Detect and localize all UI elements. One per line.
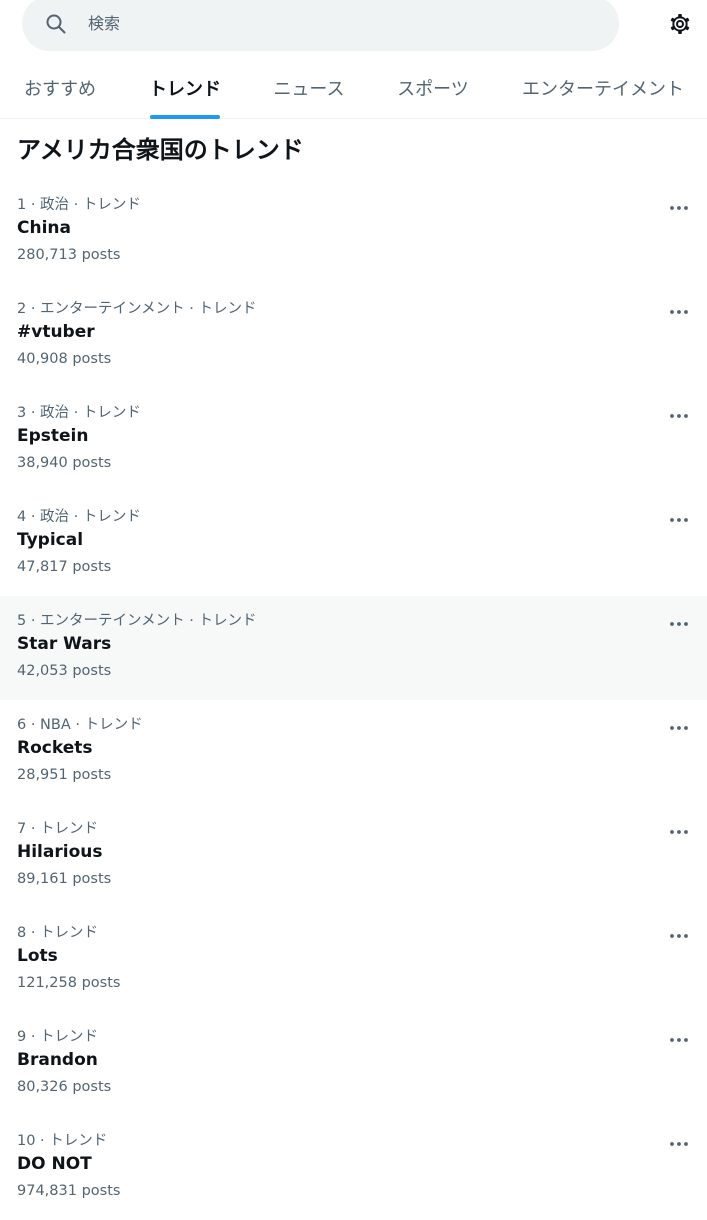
trend-post-count: 40,908 posts <box>17 351 112 367</box>
tab-label: エンターテイメント <box>522 78 684 100</box>
trend-meta: 1 · 政治 · トレンド <box>17 197 141 213</box>
trend-meta: 7 · トレンド <box>17 821 99 837</box>
trend-post-count: 47,817 posts <box>17 559 112 575</box>
trend-meta: 2 · エンターテインメント · トレンド <box>17 301 257 317</box>
trend-post-count: 89,161 posts <box>17 871 112 887</box>
trend-item[interactable]: 5 · エンターテインメント · トレンド Star Wars 42,053 p… <box>0 596 707 700</box>
more-options-button[interactable] <box>664 294 694 324</box>
trend-name: Epstein <box>17 426 89 446</box>
active-tab-indicator <box>150 115 220 119</box>
tab-label: ニュース <box>273 78 345 100</box>
tab-label: スポーツ <box>397 78 469 100</box>
trend-meta: 3 · 政治 · トレンド <box>17 405 141 421</box>
more-horizontal-icon <box>669 404 689 423</box>
trend-meta: 9 · トレンド <box>17 1029 99 1045</box>
trend-meta: 10 · トレンド <box>17 1133 108 1149</box>
more-options-button[interactable] <box>664 606 694 636</box>
search-header <box>0 0 707 56</box>
more-options-button[interactable] <box>664 814 694 844</box>
more-options-button[interactable] <box>664 502 694 532</box>
more-options-button[interactable] <box>664 398 694 428</box>
tab-sports[interactable]: スポーツ <box>383 56 483 119</box>
tab-entertainment[interactable]: エンターテイメント <box>510 56 696 119</box>
more-horizontal-icon <box>669 508 689 527</box>
more-options-button[interactable] <box>664 1022 694 1052</box>
trend-name: Hilarious <box>17 842 103 862</box>
more-options-button[interactable] <box>664 918 694 948</box>
more-options-button[interactable] <box>664 190 694 220</box>
trend-name: Rockets <box>17 738 93 758</box>
more-horizontal-icon <box>669 1028 689 1047</box>
trend-item[interactable]: 9 · トレンド Brandon 80,326 posts <box>0 1012 707 1116</box>
trend-name: Star Wars <box>17 634 112 654</box>
trend-post-count: 80,326 posts <box>17 1079 112 1095</box>
trend-post-count: 974,831 posts <box>17 1183 121 1199</box>
trend-name: Brandon <box>17 1050 98 1070</box>
trend-name: China <box>17 218 71 238</box>
tab-news[interactable]: ニュース <box>259 56 359 119</box>
trend-item[interactable]: 3 · 政治 · トレンド Epstein 38,940 posts <box>0 388 707 492</box>
tab-trending[interactable]: トレンド <box>135 56 235 119</box>
trend-post-count: 121,258 posts <box>17 975 121 991</box>
search-input[interactable] <box>88 10 588 36</box>
trend-item[interactable]: 7 · トレンド Hilarious 89,161 posts <box>0 804 707 908</box>
tab-label: おすすめ <box>24 78 96 100</box>
more-horizontal-icon <box>669 716 689 735</box>
trend-post-count: 42,053 posts <box>17 663 112 679</box>
more-horizontal-icon <box>669 612 689 631</box>
trend-meta: 6 · NBA · トレンド <box>17 717 143 733</box>
more-horizontal-icon <box>669 820 689 839</box>
trend-name: Typical <box>17 530 84 550</box>
trend-post-count: 38,940 posts <box>17 455 112 471</box>
trend-meta: 5 · エンターテインメント · トレンド <box>17 613 257 629</box>
section-title: アメリカ合衆国のトレンド <box>17 136 304 164</box>
more-horizontal-icon <box>669 300 689 319</box>
search-icon <box>44 12 68 36</box>
tab-bar: おすすめ トレンド ニュース スポーツ エンターテイメント <box>0 56 707 119</box>
trend-meta: 4 · 政治 · トレンド <box>17 509 141 525</box>
trend-item[interactable]: 2 · エンターテインメント · トレンド #vtuber 40,908 pos… <box>0 284 707 388</box>
trend-item[interactable]: 6 · NBA · トレンド Rockets 28,951 posts <box>0 700 707 804</box>
more-options-button[interactable] <box>664 1126 694 1156</box>
gear-icon <box>668 12 692 40</box>
more-horizontal-icon <box>669 924 689 943</box>
trend-item[interactable]: 8 · トレンド Lots 121,258 posts <box>0 908 707 1012</box>
tab-label: トレンド <box>149 78 221 100</box>
trend-name: #vtuber <box>17 322 95 342</box>
more-horizontal-icon <box>669 196 689 215</box>
trend-post-count: 280,713 posts <box>17 247 121 263</box>
trend-meta: 8 · トレンド <box>17 925 99 941</box>
trend-name: DO NOT <box>17 1154 92 1174</box>
trend-item[interactable]: 1 · 政治 · トレンド China 280,713 posts <box>0 180 707 284</box>
trend-name: Lots <box>17 946 58 966</box>
trend-item[interactable]: 10 · トレンド DO NOT 974,831 posts <box>0 1116 707 1220</box>
trend-list: 1 · 政治 · トレンド China 280,713 posts 2 · エン… <box>0 180 707 1220</box>
more-horizontal-icon <box>669 1132 689 1151</box>
trend-post-count: 28,951 posts <box>17 767 112 783</box>
tab-for-you[interactable]: おすすめ <box>10 56 110 119</box>
settings-button[interactable] <box>664 10 696 42</box>
search-box[interactable] <box>22 0 619 51</box>
trend-item[interactable]: 4 · 政治 · トレンド Typical 47,817 posts <box>0 492 707 596</box>
more-options-button[interactable] <box>664 710 694 740</box>
